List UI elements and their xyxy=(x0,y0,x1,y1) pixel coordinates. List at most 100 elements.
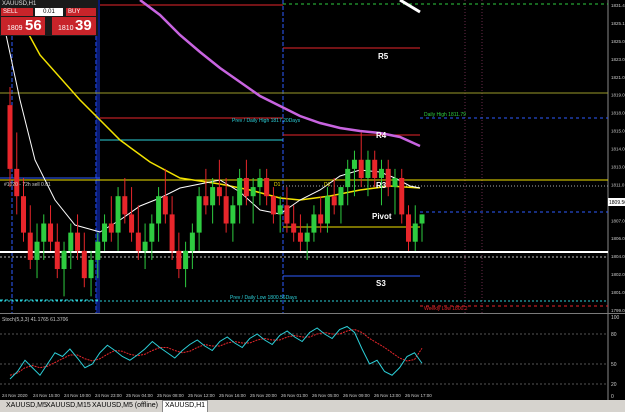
sell-price-pips: 56 xyxy=(25,17,42,34)
candle xyxy=(115,187,121,251)
candle-body xyxy=(385,168,391,188)
candle-body xyxy=(216,187,222,197)
price-chart[interactable]: R5 R4 R3 Pivot S3 Prev / Daily High 1817.20Da… xyxy=(0,0,625,313)
stochastic-panel[interactable]: Stoch(5,3,3) 41.1765 61.3706 100 80 50 20 0 24… xyxy=(0,314,625,400)
price-axis-label: 1823.0 xyxy=(611,57,625,62)
candle-body xyxy=(358,159,364,178)
time-axis-label: 26 Nov 09:00 xyxy=(343,393,370,398)
sell-price-big: 1809 xyxy=(7,25,23,32)
price-chart-canvas: R5 R4 R3 Pivot S3 Prev / Daily High 1817.20Da… xyxy=(0,0,625,313)
candle-body xyxy=(297,232,303,242)
price-axis-label: 1825.0 xyxy=(611,39,625,44)
price-axis-label: 1825.1 xyxy=(611,21,625,26)
stoch-axis-label: 20 xyxy=(611,382,617,388)
candle xyxy=(284,187,290,233)
candle-body xyxy=(304,232,310,242)
buy-price-pips: 39 xyxy=(75,17,92,34)
candle-body xyxy=(270,196,276,215)
candle xyxy=(183,241,189,288)
candle xyxy=(54,223,60,279)
candle xyxy=(250,177,256,224)
buy-price-big: 1810 xyxy=(58,25,74,32)
candle-body xyxy=(372,159,378,178)
time-axis-label: 24 Nov 23:00 xyxy=(95,393,122,398)
buy-button[interactable]: BUY xyxy=(66,8,96,16)
candle xyxy=(41,214,47,260)
chart-tabs-bar: XAUUSD,M5 XAUUSD,M15 XAUUSD,M5 (offline)… xyxy=(0,400,625,412)
stoch-axis-label: 100 xyxy=(611,315,620,321)
candle-body xyxy=(88,259,94,279)
candle-body xyxy=(7,105,13,169)
tab-xauusd-m15[interactable]: XAUUSD,M15 xyxy=(44,401,93,411)
candle-body xyxy=(115,196,121,233)
candle-body xyxy=(237,177,243,206)
label-s3: S3 xyxy=(376,279,386,288)
label-order-marker: #1020 - 72h sell 0.01 xyxy=(4,182,51,188)
candle-body xyxy=(169,214,175,251)
candle-body xyxy=(68,232,74,251)
candle xyxy=(61,241,67,297)
candle xyxy=(385,159,391,197)
candle-body xyxy=(183,250,189,270)
candle xyxy=(257,168,263,206)
candle-body xyxy=(351,159,357,169)
candle xyxy=(338,187,344,224)
candle xyxy=(7,86,13,188)
tab-xauusd-m5-offline[interactable]: XAUUSD,M5 (offline) xyxy=(90,401,160,411)
candle-body xyxy=(95,241,101,260)
candle xyxy=(81,232,87,288)
tab-xauusd-m5[interactable]: XAUUSD,M5 xyxy=(4,401,49,411)
candle xyxy=(405,205,411,251)
magenta-moving-average xyxy=(139,0,421,148)
time-axis-label: 26 Nov 01:00 xyxy=(281,393,308,398)
candle-body xyxy=(291,223,297,233)
candle xyxy=(149,214,155,260)
candle xyxy=(196,187,202,251)
candle-body xyxy=(203,196,209,206)
candle xyxy=(27,205,33,270)
lot-size-input[interactable]: 0.01 xyxy=(35,8,63,16)
buy-price-box[interactable]: 1810 39 xyxy=(52,17,96,35)
candle xyxy=(291,205,297,242)
time-axis-label: 25 Nov 20:00 xyxy=(250,393,277,398)
label-pivot: Pivot xyxy=(372,212,392,221)
price-axis-label: 1806.0 xyxy=(611,236,625,241)
candle xyxy=(412,205,418,251)
price-axis-label: 1804.0 xyxy=(611,254,625,259)
candle xyxy=(210,177,216,224)
price-axis-label: 1818.0 xyxy=(611,111,625,116)
label-r3: R3 xyxy=(376,181,387,190)
candle-body xyxy=(412,223,418,242)
candle-body xyxy=(277,205,283,215)
time-axis-label: 25 Nov 08:00 xyxy=(157,393,184,398)
candle xyxy=(392,168,398,215)
candle xyxy=(351,150,357,197)
candle xyxy=(176,232,182,279)
candle-body xyxy=(149,223,155,242)
candle xyxy=(277,196,283,233)
candle-body xyxy=(142,241,148,251)
candle xyxy=(156,187,162,242)
candle-body xyxy=(250,187,256,197)
candle-body xyxy=(210,187,216,206)
time-axis-label: 25 Nov 16:00 xyxy=(219,393,246,398)
time-axis-label: 24 Nov 15:00 xyxy=(33,393,60,398)
sell-button[interactable]: SELL xyxy=(1,8,33,16)
stoch-axis-label: 80 xyxy=(611,332,617,338)
candle xyxy=(142,223,148,270)
candle xyxy=(237,168,243,224)
candle xyxy=(297,214,303,251)
label-weekly-low: Weekly Low 1800.2 xyxy=(424,306,468,312)
candle-body xyxy=(75,232,81,251)
price-axis-label: 1813.0 xyxy=(611,164,625,169)
current-price-label: 1809.56 xyxy=(609,200,625,206)
candle xyxy=(304,223,310,260)
candle-body xyxy=(135,232,141,251)
candle-body xyxy=(122,196,128,215)
candle xyxy=(108,196,114,242)
price-axis-label: 1815.0 xyxy=(611,129,625,134)
tab-xauusd-h1[interactable]: XAUUSD,H1 xyxy=(162,400,209,412)
sell-price-box[interactable]: 1809 56 xyxy=(1,17,45,35)
candle xyxy=(122,177,128,224)
candle xyxy=(264,168,270,206)
